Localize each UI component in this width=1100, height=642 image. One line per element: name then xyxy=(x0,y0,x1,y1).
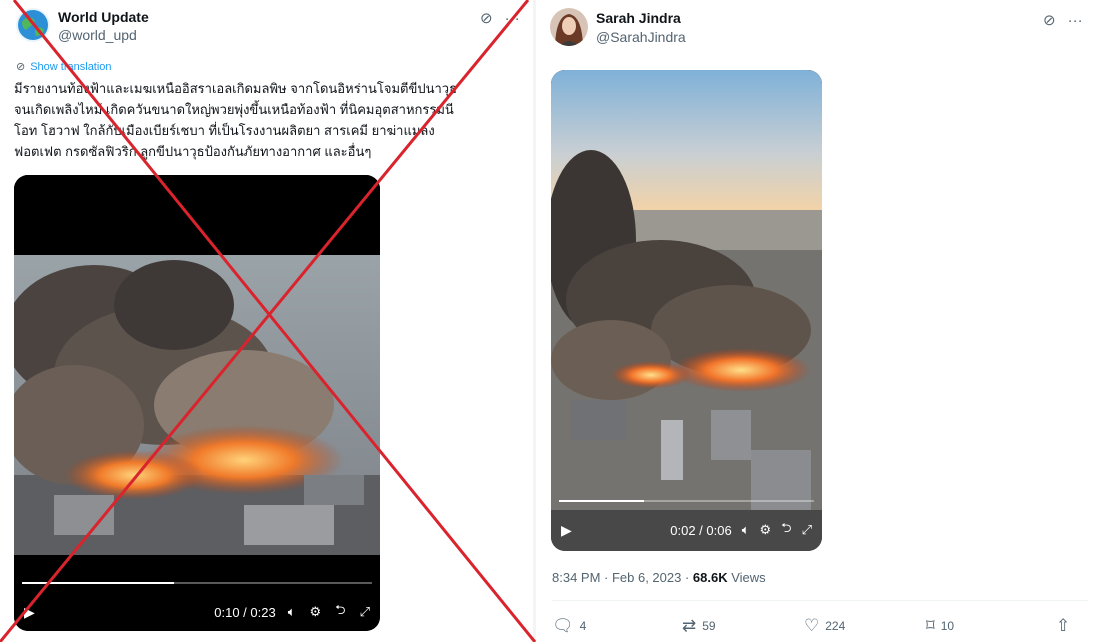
reply-bubble-icon: 🗨︎ xyxy=(552,616,574,635)
views-count: 68.6K xyxy=(692,570,728,585)
translate-icon: ⊘ xyxy=(16,61,26,73)
tweet-text: มีรายงานท้องฟ้าและเมฆเหนืออิสราเอลเกิดมล… xyxy=(14,78,514,162)
bookmark-button[interactable]: ⌑ 10 xyxy=(926,616,1056,636)
video-progress-fill xyxy=(559,500,644,502)
post-timestamp: 8:34 PM · Feb 6, 2023 · 68.6K Views xyxy=(552,570,766,585)
show-translation-link[interactable]: ⊘ Show translation xyxy=(16,60,112,74)
video-time: 0:10 / 0:23 xyxy=(214,604,276,620)
timestamp-text[interactable]: 8:34 PM · Feb 6, 2023 · xyxy=(552,570,693,585)
profile-photo-icon xyxy=(550,8,588,46)
settings-gear-icon[interactable]: ⚙ xyxy=(310,604,322,620)
right-tweet: Sarah Jindra @SarahJindra ⊘ ··· ▶ 0:02 /… xyxy=(538,0,1100,642)
show-translation-label: Show translation xyxy=(30,60,112,73)
video-frame xyxy=(551,70,822,551)
bookmark-count: 10 xyxy=(940,619,955,633)
tweet-text-line: จนเกิดเพลิงไหม้ เกิดควันขนาดใหญ่พวยพุ่งข… xyxy=(14,102,454,117)
share-upload-icon: ⇧ xyxy=(1056,616,1071,635)
fullscreen-icon[interactable]: ⤢ xyxy=(802,522,812,538)
author-handle[interactable]: @SarahJindra xyxy=(596,29,686,45)
panel-divider xyxy=(533,0,536,642)
video-controls: ▶ 0:02 / 0:06 🔈︎ ⚙ ⮌ ⤢ xyxy=(551,519,822,541)
more-dots-icon[interactable]: ··· xyxy=(1068,12,1083,29)
video-player[interactable]: ▶ 0:10 / 0:23 🔈︎ ⚙ ⮌ ⤢ xyxy=(14,175,380,631)
play-icon[interactable]: ▶ xyxy=(24,604,35,621)
volume-icon[interactable]: 🔈︎ xyxy=(742,522,750,538)
globe-logo-icon xyxy=(18,10,48,40)
reply-button[interactable]: 🗨︎ 4 xyxy=(552,616,682,636)
video-progress-bar[interactable] xyxy=(22,582,372,584)
separator-line xyxy=(552,600,1088,601)
like-count: 224 xyxy=(825,619,846,633)
author-name[interactable]: Sarah Jindra xyxy=(596,10,681,26)
header-actions: ⊘ ··· xyxy=(1043,11,1083,30)
video-controls: ▶ 0:10 / 0:23 🔈︎ ⚙ ⮌ ⤢ xyxy=(14,601,380,623)
video-frame xyxy=(14,175,380,631)
grok-slash-icon[interactable]: ⊘ xyxy=(1043,11,1056,29)
views-label: Views xyxy=(727,570,766,585)
picture-in-picture-icon[interactable]: ⮌ xyxy=(335,601,345,623)
video-time: 0:02 / 0:06 xyxy=(670,522,732,538)
engagement-bar: 🗨︎ 4 ⇄ 59 ♡ 224 ⌑ 10 ⇧ xyxy=(552,616,1092,636)
world-update-avatar[interactable] xyxy=(16,8,50,42)
fullscreen-icon[interactable]: ⤢ xyxy=(360,604,370,620)
settings-gear-icon[interactable]: ⚙ xyxy=(760,522,772,538)
volume-icon[interactable]: 🔈︎ xyxy=(288,604,296,620)
picture-in-picture-icon[interactable]: ⮌ xyxy=(781,519,791,541)
play-icon[interactable]: ▶ xyxy=(561,522,572,539)
repost-icon: ⇄ xyxy=(682,616,697,635)
tweet-text-line: มีรายงานท้องฟ้าและเมฆเหนืออิสราเอลเกิดมล… xyxy=(14,81,458,96)
heart-icon: ♡ xyxy=(804,616,820,635)
video-progress-bar[interactable] xyxy=(559,500,814,502)
tweet-text-line: โอท โฮวาฟ ใกล้กับเมืองเบียร์เชบา ที่เป็น… xyxy=(14,123,435,138)
repost-count: 59 xyxy=(702,619,716,633)
like-button[interactable]: ♡ 224 xyxy=(804,616,926,636)
author-name[interactable]: World Update xyxy=(58,9,149,25)
header-actions: ⊘ ··· xyxy=(480,9,520,28)
repost-button[interactable]: ⇄ 59 xyxy=(682,616,804,636)
video-player[interactable]: ▶ 0:02 / 0:06 🔈︎ ⚙ ⮌ ⤢ xyxy=(551,70,822,551)
tweet-text-line: ฟอตเฟต กรดซัลฟิวริก ลูกขีปนาวุธป้องกันภั… xyxy=(14,144,372,159)
more-dots-icon[interactable]: ··· xyxy=(505,10,520,27)
video-progress-fill xyxy=(22,582,174,584)
share-button[interactable]: ⇧ xyxy=(1056,616,1070,636)
grok-slash-icon[interactable]: ⊘ xyxy=(480,9,493,27)
reply-count: 4 xyxy=(579,619,587,633)
bookmark-icon: ⌑ xyxy=(926,616,935,635)
sarah-jindra-avatar[interactable] xyxy=(550,8,588,46)
author-handle[interactable]: @world_upd xyxy=(58,27,137,43)
left-tweet: World Update @world_upd ⊘ ··· ⊘ Show tra… xyxy=(0,0,530,642)
